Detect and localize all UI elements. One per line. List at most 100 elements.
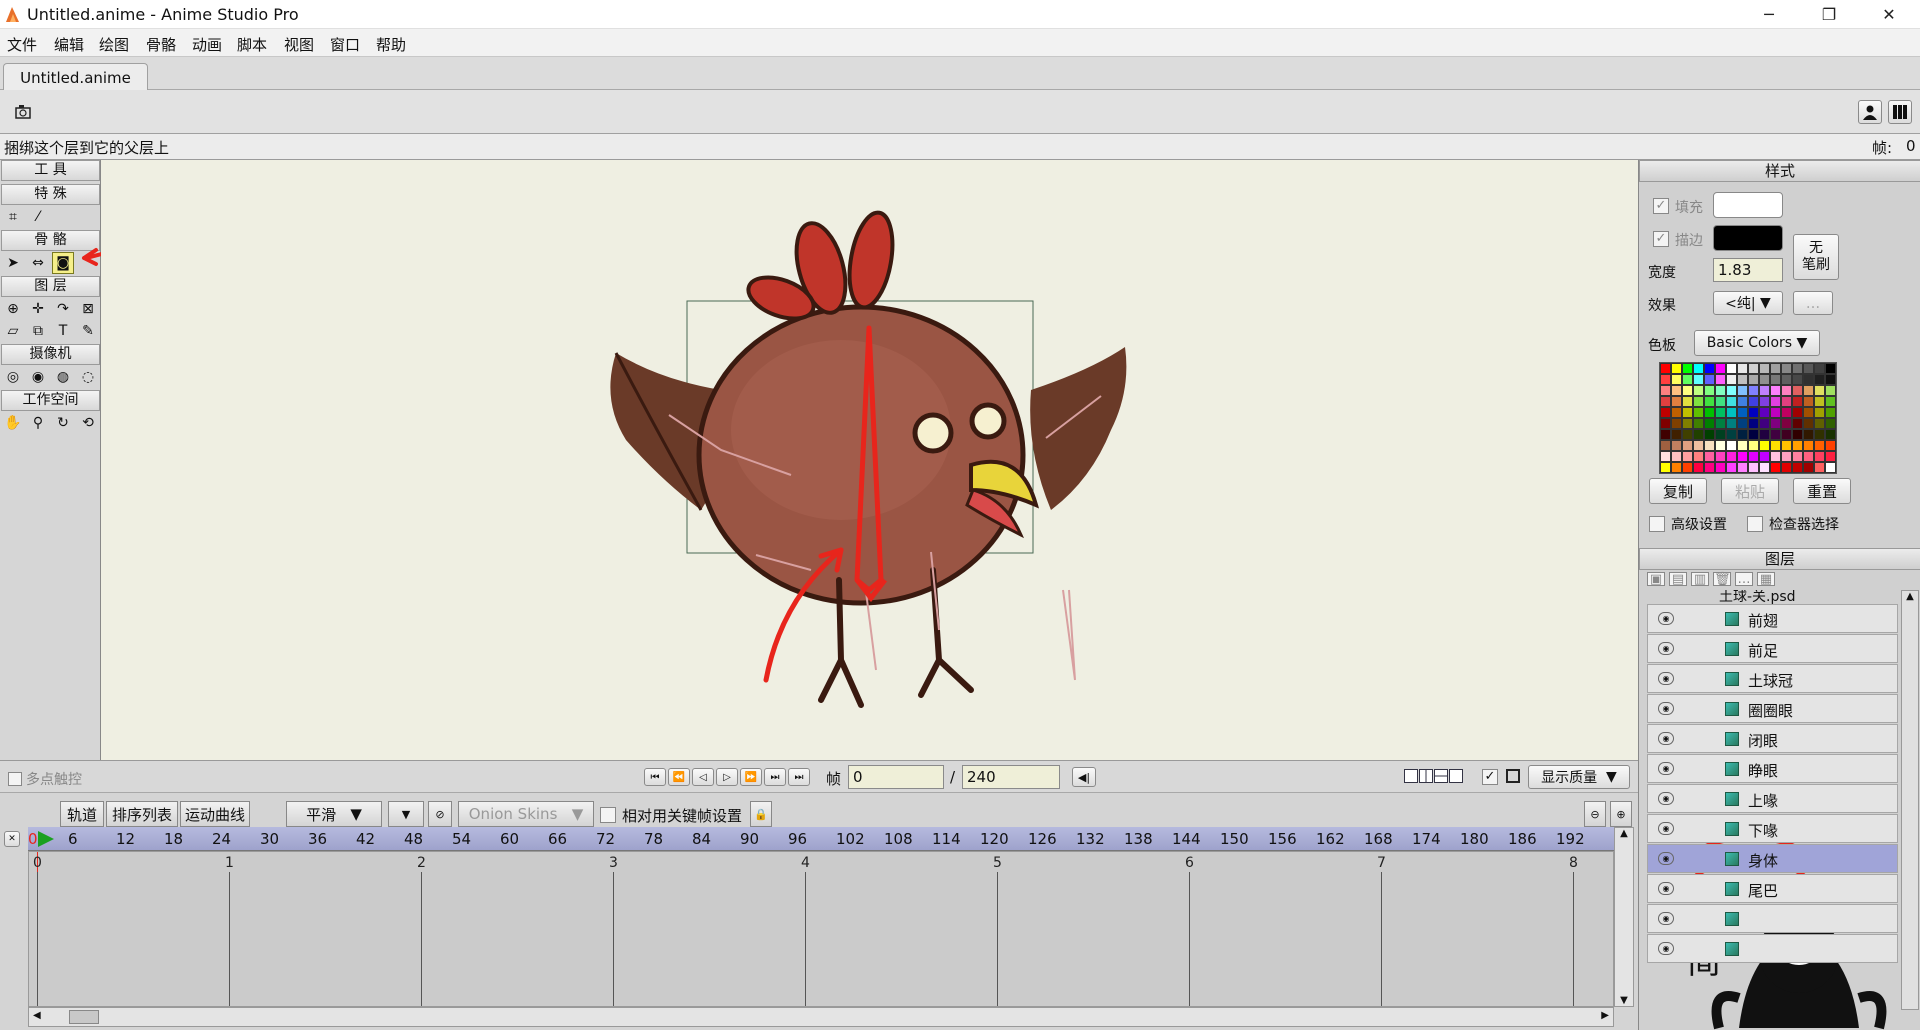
drawing-canvas[interactable] <box>101 160 1638 760</box>
layer-row[interactable]: ◉ 前足 <box>1647 634 1898 663</box>
palette-swatch[interactable] <box>1814 451 1825 462</box>
palette-swatch[interactable] <box>1682 396 1693 407</box>
menu-draw[interactable]: 绘图 <box>99 34 129 55</box>
reset-button[interactable]: 重置 <box>1793 478 1851 504</box>
fill-checkbox[interactable]: ✓ <box>1653 196 1669 214</box>
palette-swatch[interactable] <box>1748 440 1759 451</box>
palette-swatch[interactable] <box>1671 451 1682 462</box>
palette-swatch[interactable] <box>1759 440 1770 451</box>
palette-swatch[interactable] <box>1803 385 1814 396</box>
palette-swatch[interactable] <box>1715 385 1726 396</box>
menu-view[interactable]: 视图 <box>284 34 314 55</box>
palette-swatch[interactable] <box>1737 363 1748 374</box>
timeline-hscroll[interactable]: ◀ ▶ <box>28 1007 1614 1027</box>
palette-swatch[interactable] <box>1759 429 1770 440</box>
scroll-up-icon[interactable]: ▲ <box>1903 591 1917 607</box>
palette-swatch[interactable] <box>1759 396 1770 407</box>
library-button[interactable] <box>1888 100 1912 124</box>
eye-icon[interactable]: ◉ <box>1658 672 1674 685</box>
palette-swatch[interactable] <box>1781 396 1792 407</box>
palette-swatch[interactable] <box>1792 407 1803 418</box>
layer-row[interactable]: ◉ 上喙 <box>1647 784 1898 813</box>
tab-untitled-anime[interactable]: Untitled.anime <box>3 63 148 91</box>
tl-scroll-right-icon[interactable]: ▶ <box>1601 1010 1609 1021</box>
palette-swatch[interactable] <box>1726 385 1737 396</box>
palette-swatch[interactable] <box>1814 374 1825 385</box>
eye-icon[interactable]: ◉ <box>1658 942 1674 955</box>
palette-swatch[interactable] <box>1726 440 1737 451</box>
tab-motion-graph[interactable]: 运动曲线 <box>180 801 250 827</box>
audio-icon[interactable]: ◀| <box>1072 767 1096 787</box>
palette-swatch[interactable] <box>1781 429 1792 440</box>
palette-swatch[interactable] <box>1682 440 1693 451</box>
palette-swatch[interactable] <box>1660 363 1671 374</box>
menu-script[interactable]: 脚本 <box>237 34 267 55</box>
palette-swatch[interactable] <box>1693 462 1704 473</box>
palette-swatch[interactable] <box>1682 407 1693 418</box>
rotate-workspace-icon[interactable]: ↻ <box>52 412 74 434</box>
palette-swatch[interactable] <box>1748 385 1759 396</box>
palette-swatch[interactable] <box>1825 396 1836 407</box>
palette-swatch[interactable] <box>1671 363 1682 374</box>
palette-swatch[interactable] <box>1781 407 1792 418</box>
duplicate-layer-icon[interactable]: ▥ <box>1691 572 1709 587</box>
palette-swatch[interactable] <box>1825 440 1836 451</box>
menu-file[interactable]: 文件 <box>7 34 37 55</box>
palette-swatch[interactable] <box>1792 440 1803 451</box>
palette-swatch[interactable] <box>1803 407 1814 418</box>
layer-row[interactable]: ◉ 睁眼 <box>1647 754 1898 783</box>
palette-swatch[interactable] <box>1682 385 1693 396</box>
palette-swatch[interactable] <box>1748 462 1759 473</box>
palette-swatch[interactable] <box>1726 418 1737 429</box>
translate-layer-icon[interactable]: ✛ <box>27 298 49 320</box>
palette-swatch[interactable] <box>1748 407 1759 418</box>
palette-swatch[interactable] <box>1792 374 1803 385</box>
camera-pan-icon[interactable]: ◍ <box>52 366 74 388</box>
palette-swatch[interactable] <box>1704 374 1715 385</box>
palette-swatch[interactable] <box>1671 429 1682 440</box>
camera-tilt-icon[interactable]: ◌ <box>77 366 99 388</box>
palette-swatch[interactable] <box>1737 396 1748 407</box>
palette-swatch[interactable] <box>1792 363 1803 374</box>
palette-swatch[interactable] <box>1704 407 1715 418</box>
tab-channels[interactable]: 轨道 <box>60 801 104 827</box>
multitouch-checkbox[interactable] <box>8 769 22 787</box>
palette-swatch[interactable] <box>1704 440 1715 451</box>
tl-scroll-down-icon[interactable]: ▼ <box>1615 995 1633 1006</box>
palette-swatch[interactable] <box>1803 396 1814 407</box>
palette-swatch[interactable] <box>1704 363 1715 374</box>
palette-swatch[interactable] <box>1759 374 1770 385</box>
advanced-checkbox[interactable] <box>1649 514 1665 532</box>
palette-swatch[interactable] <box>1792 462 1803 473</box>
palette-swatch[interactable] <box>1814 396 1825 407</box>
palette-swatch[interactable] <box>1803 429 1814 440</box>
palette-swatch[interactable] <box>1759 418 1770 429</box>
timeline-tracks[interactable]: 0 1 2 3 4 5 6 7 8 <box>28 851 1614 1007</box>
eye-icon[interactable]: ◉ <box>1658 612 1674 625</box>
interpolation-dropdown[interactable]: 平滑 ▼ <box>286 801 382 827</box>
layer-row[interactable]: ◉ 土球冠 <box>1647 664 1898 693</box>
menu-animation[interactable]: 动画 <box>192 34 222 55</box>
palette-swatch[interactable] <box>1748 374 1759 385</box>
palette-swatch[interactable] <box>1704 418 1715 429</box>
palette-swatch[interactable] <box>1814 363 1825 374</box>
palette-swatch[interactable] <box>1693 396 1704 407</box>
palette-swatch[interactable] <box>1770 407 1781 418</box>
tl-scroll-up-icon[interactable]: ▲ <box>1615 828 1633 839</box>
palette-swatch[interactable] <box>1748 418 1759 429</box>
palette-swatch[interactable] <box>1715 396 1726 407</box>
current-frame-field[interactable]: 0 <box>848 765 944 789</box>
lock-icon[interactable]: ⊠ <box>77 298 99 320</box>
palette-swatch[interactable] <box>1671 418 1682 429</box>
palette-swatch[interactable] <box>1737 374 1748 385</box>
single-view-icon[interactable] <box>1404 769 1418 783</box>
palette-swatch[interactable] <box>1704 462 1715 473</box>
layer-group-row[interactable]: 土球-关.psd <box>1647 590 1898 604</box>
palette-swatch[interactable] <box>1759 462 1770 473</box>
palette-swatch[interactable] <box>1781 363 1792 374</box>
palette-swatch[interactable] <box>1759 451 1770 462</box>
palette-swatch[interactable] <box>1792 451 1803 462</box>
cycle-icon[interactable]: ⊘ <box>428 801 452 827</box>
palette-swatch[interactable] <box>1715 407 1726 418</box>
palette-swatch[interactable] <box>1748 429 1759 440</box>
